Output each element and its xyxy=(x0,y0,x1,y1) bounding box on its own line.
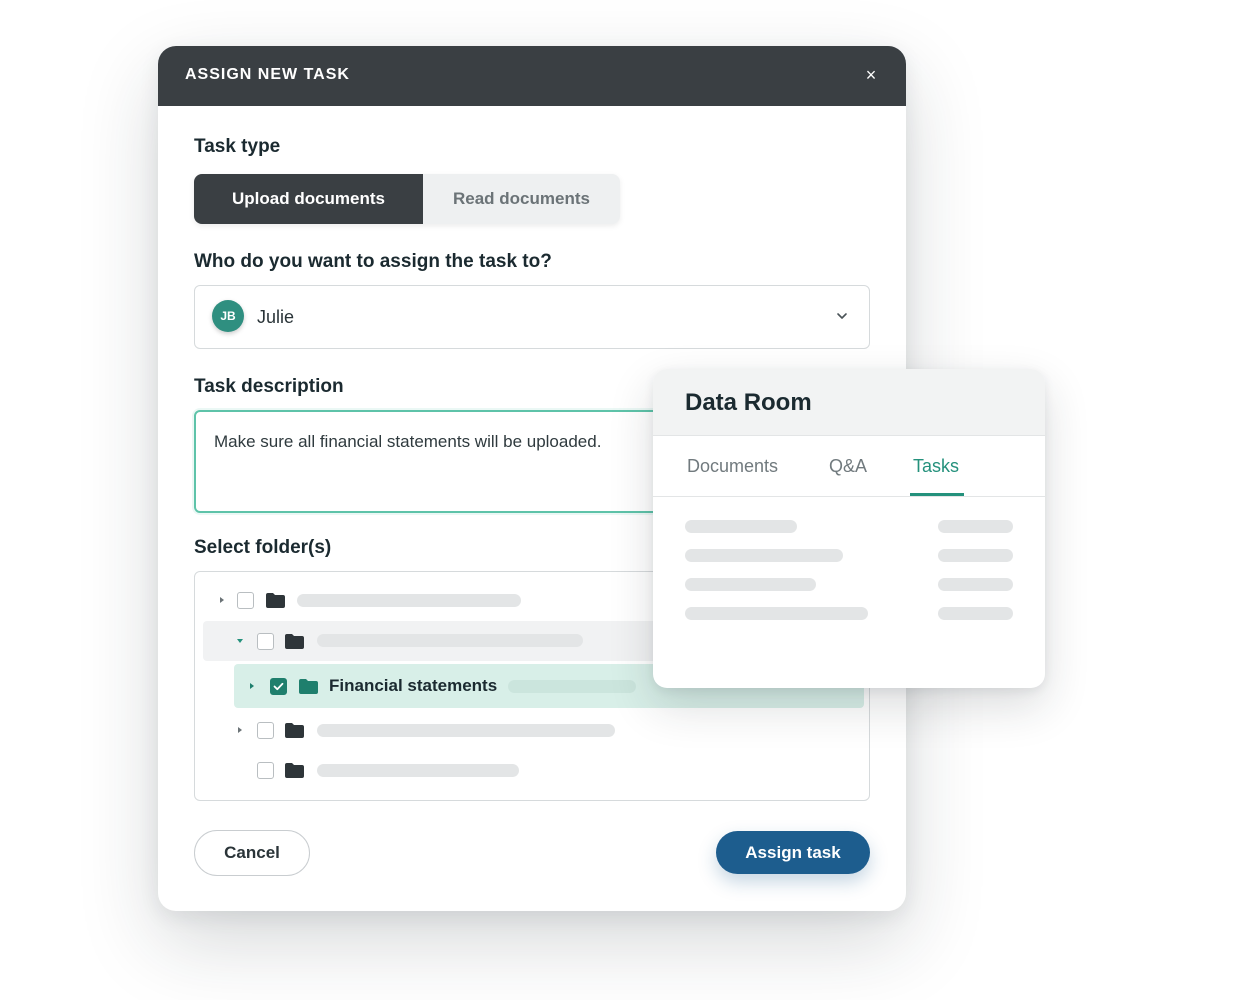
assignee-label: Who do you want to assign the task to? xyxy=(194,251,552,272)
caret-right-icon[interactable] xyxy=(235,725,245,735)
folder-name-placeholder xyxy=(317,634,583,647)
folder-checkbox-checked[interactable] xyxy=(270,678,287,695)
dialog-header: ASSIGN NEW TASK × xyxy=(158,46,906,106)
caret-down-icon[interactable] xyxy=(235,636,245,646)
folder-name-placeholder xyxy=(297,594,521,607)
assignee-select[interactable]: JB Julie xyxy=(194,285,870,349)
assignee-value: Julie xyxy=(257,307,295,327)
task-name-placeholder xyxy=(685,520,797,533)
task-type-label: Task type xyxy=(194,136,281,157)
task-meta-placeholder xyxy=(938,607,1013,620)
task-description-text: Make sure all financial statements will … xyxy=(214,432,602,451)
folder-label: Financial statements xyxy=(329,676,498,695)
active-tab-indicator xyxy=(910,493,964,496)
read-documents-option[interactable]: Read documents xyxy=(423,174,620,224)
folder-meta-placeholder xyxy=(508,680,636,693)
tab-tasks[interactable]: Tasks xyxy=(913,456,959,477)
folder-checkbox[interactable] xyxy=(257,633,274,650)
folder-checkbox[interactable] xyxy=(257,722,274,739)
task-name-placeholder xyxy=(685,549,843,562)
select-folders-label: Select folder(s) xyxy=(194,537,332,558)
cancel-button[interactable]: Cancel xyxy=(194,830,310,876)
folder-row xyxy=(203,750,853,790)
data-room-panel: Data Room Documents Q&A Tasks xyxy=(653,369,1045,688)
task-type-toggle: Upload documents Read documents xyxy=(194,174,620,224)
caret-right-icon[interactable] xyxy=(247,681,257,691)
task-name-placeholder xyxy=(685,578,816,591)
folder-icon xyxy=(299,679,318,694)
folder-row xyxy=(203,710,853,750)
task-meta-placeholder xyxy=(938,520,1013,533)
close-icon[interactable]: × xyxy=(862,66,880,84)
assign-task-button[interactable]: Assign task xyxy=(716,831,870,874)
folder-checkbox[interactable] xyxy=(237,592,254,609)
upload-documents-option[interactable]: Upload documents xyxy=(194,174,423,224)
task-name-placeholder xyxy=(685,607,868,620)
folder-row xyxy=(203,621,673,661)
folder-checkbox[interactable] xyxy=(257,762,274,779)
folder-name-placeholder xyxy=(317,724,615,737)
task-meta-placeholder xyxy=(938,578,1013,591)
tab-documents[interactable]: Documents xyxy=(687,456,778,477)
folder-icon xyxy=(285,723,304,738)
chevron-down-icon xyxy=(837,313,847,319)
folder-name-placeholder xyxy=(317,764,519,777)
folder-icon xyxy=(285,763,304,778)
caret-right-icon[interactable] xyxy=(217,595,227,605)
data-room-tabs: Documents Q&A Tasks xyxy=(653,436,1045,497)
data-room-header: Data Room xyxy=(653,369,1045,436)
tab-qa[interactable]: Q&A xyxy=(829,456,867,477)
avatar: JB xyxy=(212,300,244,332)
task-meta-placeholder xyxy=(938,549,1013,562)
folder-icon xyxy=(285,634,304,649)
task-description-label: Task description xyxy=(194,376,344,397)
data-room-title: Data Room xyxy=(685,389,812,416)
folder-icon xyxy=(266,593,285,608)
dialog-title: ASSIGN NEW TASK xyxy=(185,66,350,83)
